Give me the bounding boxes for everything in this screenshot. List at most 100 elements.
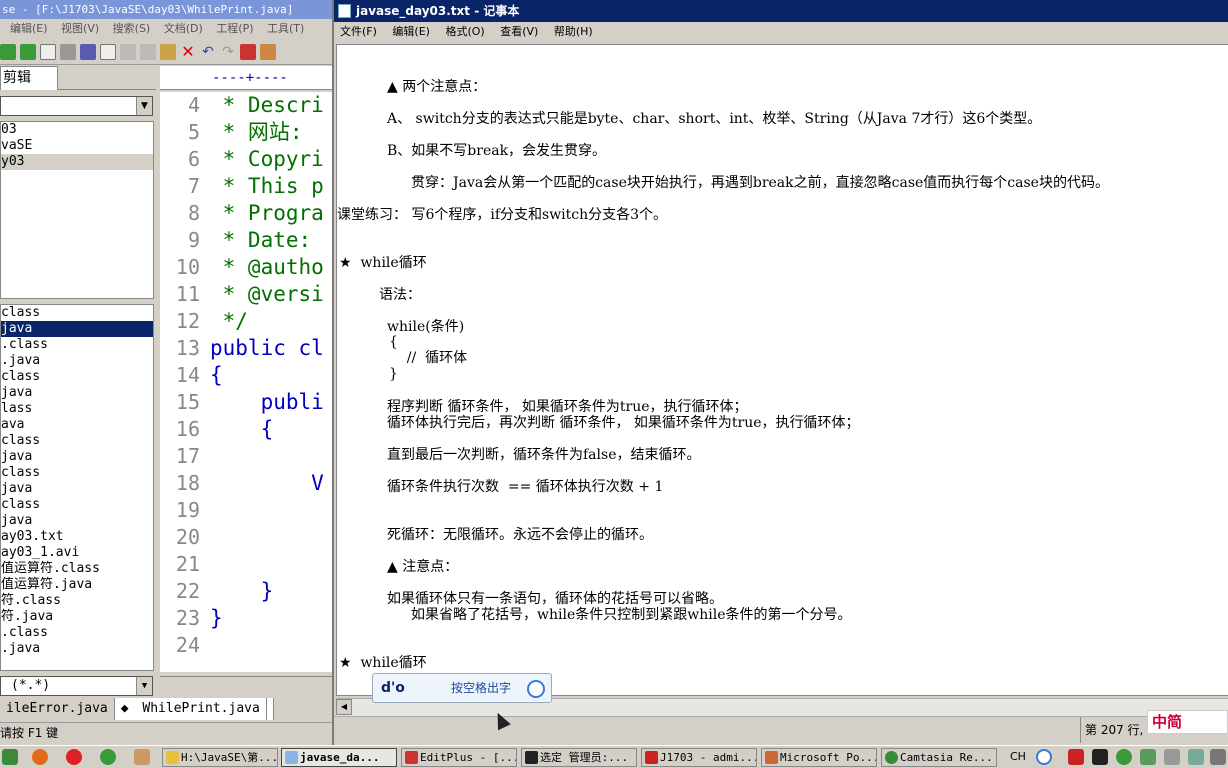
task-filezilla[interactable]: J1703 - admi... [641, 748, 757, 767]
line-number: 16 [175, 417, 200, 441]
menu-format[interactable]: 格式(O) [445, 25, 484, 38]
file-list-item[interactable]: 符.class [1, 593, 153, 609]
file-list-item[interactable]: class [1, 497, 153, 513]
menu-help[interactable]: 帮助(H) [554, 25, 593, 38]
copy-icon[interactable] [140, 43, 156, 60]
filezilla-tray-icon[interactable] [1068, 749, 1084, 765]
scroll-left-icon[interactable]: ◀ [336, 699, 352, 715]
line-number: 23 [175, 606, 200, 630]
task-camtasia[interactable]: Camtasia Re... [881, 748, 997, 767]
doc-tab-active[interactable]: ◆ WhilePrint.java [114, 698, 274, 720]
delete-icon[interactable]: ✕ [180, 43, 196, 60]
line-number: 24 [175, 633, 200, 657]
task-label: J1703 - admi... [660, 751, 757, 764]
file-list-item[interactable]: .class [1, 337, 153, 353]
opera-icon[interactable] [66, 749, 82, 765]
file-filter-select[interactable]: (*.*) ▼ [0, 676, 153, 696]
line-number: 8 [187, 201, 200, 225]
file-list-item[interactable]: java [1, 449, 153, 465]
directory-item-selected[interactable]: y03 [1, 154, 153, 170]
security-tray-icon[interactable] [1140, 749, 1156, 765]
file-list-item[interactable]: java [1, 481, 153, 497]
file-list-item[interactable]: 符.java [1, 609, 153, 625]
firefox-icon[interactable] [32, 749, 48, 765]
menu-edit[interactable]: 编辑(E) [392, 25, 430, 38]
editplus-menu-project[interactable]: 工程(P) [216, 22, 253, 35]
file-filter-value: (*.*) [11, 678, 51, 693]
text-line: A、 switch分支的表达式只能是byte、char、short、int、枚举… [387, 111, 1042, 127]
task-powerpoint[interactable]: Microsoft Po... [761, 748, 877, 767]
code-editor[interactable]: * Descri * 网站: * Copyri * This p * Progr… [210, 92, 335, 672]
spell-check-icon[interactable] [80, 43, 96, 60]
ime-tray-icon[interactable] [1036, 749, 1052, 765]
notepad-status-bar: 第 207 行, [334, 716, 1228, 743]
file-list-item[interactable]: .java [1, 353, 153, 369]
file-list-item[interactable]: .class [1, 625, 153, 641]
cliptext-tab[interactable]: 剪辑 [0, 66, 58, 90]
editplus-menu-edit[interactable]: 编辑(E) [10, 22, 48, 35]
device-tray-icon[interactable] [1188, 749, 1204, 765]
text-line: ★ while循环 [339, 255, 427, 271]
directory-item[interactable]: 03 [1, 122, 153, 138]
file-list-item[interactable]: java [1, 385, 153, 401]
cut-icon[interactable] [120, 43, 136, 60]
task-explorer[interactable]: H:\JavaSE\第... [162, 748, 278, 767]
printer-tray-icon[interactable] [1164, 749, 1180, 765]
file-list-item[interactable]: class [1, 305, 153, 321]
app-launcher-icon[interactable] [134, 749, 150, 765]
undo-icon[interactable]: ↶ [200, 44, 216, 60]
print-icon[interactable] [60, 43, 76, 60]
network-tray-icon[interactable] [1116, 749, 1132, 765]
file-list-item[interactable]: 值运算符.java [1, 577, 153, 593]
notepad-icon [285, 751, 298, 764]
file-list-item[interactable]: java [1, 513, 153, 529]
drive-select[interactable]: ▼ [0, 96, 153, 116]
file-list-item[interactable]: 值运算符.class [1, 561, 153, 577]
find-icon[interactable] [240, 43, 256, 60]
console-tray-icon[interactable] [1092, 749, 1108, 765]
save-icon[interactable] [20, 43, 36, 60]
task-notepad[interactable]: javase_da... [281, 748, 397, 767]
volume-tray-icon[interactable] [1210, 749, 1226, 765]
text-line: 如果循环体只有一条语句，循环体的花括号可以省略。 [387, 591, 723, 607]
notepad-icon [338, 4, 351, 18]
directory-item[interactable]: vaSE [1, 138, 153, 154]
editplus-menu-document[interactable]: 文档(D) [164, 22, 203, 35]
chevron-down-icon[interactable]: ▼ [136, 677, 152, 695]
save-all-icon[interactable] [0, 43, 16, 60]
html-preview-icon[interactable] [100, 43, 116, 60]
editplus-menu-tools[interactable]: 工具(T) [267, 22, 304, 35]
chrome-icon[interactable] [100, 749, 116, 765]
code-line: V [210, 471, 324, 495]
show-desktop-icon[interactable] [2, 749, 18, 765]
paste-icon[interactable] [160, 43, 176, 60]
task-cmd[interactable]: 选定 管理员:... [521, 748, 637, 767]
print-preview-icon[interactable] [40, 43, 56, 60]
replace-icon[interactable] [260, 43, 276, 60]
file-list-item[interactable]: class [1, 433, 153, 449]
doc-tab[interactable]: ileError.java [0, 698, 115, 720]
redo-icon[interactable]: ↷ [220, 44, 236, 60]
chevron-down-icon[interactable]: ▼ [136, 97, 152, 115]
ime-status-bar[interactable]: 中简 [1147, 710, 1228, 734]
file-list-item[interactable]: ay03_1.avi [1, 545, 153, 561]
editplus-horizontal-scrollbar[interactable] [160, 676, 335, 692]
editplus-menu-view[interactable]: 视图(V) [61, 22, 99, 35]
menu-file[interactable]: 文件(F) [340, 25, 377, 38]
menu-view[interactable]: 查看(V) [500, 25, 538, 38]
editplus-menu-search[interactable]: 搜索(S) [113, 22, 151, 35]
language-indicator[interactable]: CH [1010, 750, 1026, 763]
file-list-item[interactable]: ava [1, 417, 153, 433]
file-list-item-selected[interactable]: java [1, 321, 153, 337]
text-line: ▲ 注意点： [387, 559, 459, 575]
file-list-item[interactable]: class [1, 465, 153, 481]
ime-mode[interactable]: 中简 [1152, 713, 1182, 731]
file-list-item[interactable]: ay03.txt [1, 529, 153, 545]
line-number: 20 [175, 525, 200, 549]
file-list-item[interactable]: .java [1, 641, 153, 657]
notepad-text-area[interactable]: ▲ 两个注意点： A、 switch分支的表达式只能是byte、char、sho… [336, 44, 1228, 696]
code-line: } [210, 606, 223, 630]
task-editplus[interactable]: EditPlus - [... [401, 748, 517, 767]
file-list-item[interactable]: lass [1, 401, 153, 417]
file-list-item[interactable]: class [1, 369, 153, 385]
